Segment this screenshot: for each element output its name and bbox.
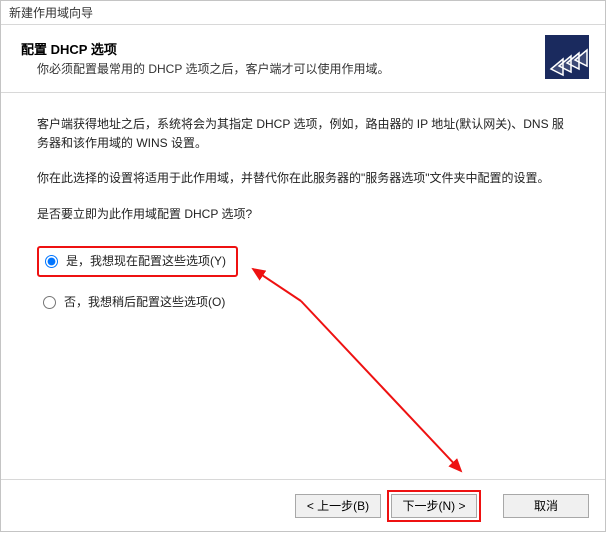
radio-yes-label: 是，我想现在配置这些选项(Y) xyxy=(66,252,226,271)
window-titlebar: 新建作用域向导 xyxy=(1,1,605,25)
next-button[interactable]: 下一步(N) > xyxy=(391,494,477,518)
wizard-footer: < 上一步(B) 下一步(N) > 取消 xyxy=(1,479,605,531)
back-button[interactable]: < 上一步(B) xyxy=(295,494,381,518)
window-title: 新建作用域向导 xyxy=(9,6,93,20)
body-paragraph-2: 你在此选择的设置将适用于此作用域，并替代你在此服务器的"服务器选项"文件夹中配置… xyxy=(37,169,569,188)
cancel-button[interactable]: 取消 xyxy=(503,494,589,518)
wizard-header: 配置 DHCP 选项 你必须配置最常用的 DHCP 选项之后，客户端才可以使用作… xyxy=(1,25,605,93)
wizard-body: 客户端获得地址之后，系统将会为其指定 DHCP 选项，例如，路由器的 IP 地址… xyxy=(1,93,605,332)
radio-option-no[interactable]: 否，我想稍后配置这些选项(O) xyxy=(43,293,569,312)
page-title: 配置 DHCP 选项 xyxy=(21,39,585,58)
radio-option-yes[interactable]: 是，我想现在配置这些选项(Y) xyxy=(37,246,238,277)
page-subtitle: 你必须配置最常用的 DHCP 选项之后，客户端才可以使用作用域。 xyxy=(37,60,585,77)
annotation-highlight-next: 下一步(N) > xyxy=(387,490,481,522)
dhcp-wizard-icon xyxy=(545,35,589,79)
body-paragraph-1: 客户端获得地址之后，系统将会为其指定 DHCP 选项，例如，路由器的 IP 地址… xyxy=(37,115,569,153)
body-question: 是否要立即为此作用域配置 DHCP 选项? xyxy=(37,205,569,224)
radio-yes-input[interactable] xyxy=(45,255,58,268)
radio-no-label: 否，我想稍后配置这些选项(O) xyxy=(64,293,225,312)
radio-no-input[interactable] xyxy=(43,296,56,309)
